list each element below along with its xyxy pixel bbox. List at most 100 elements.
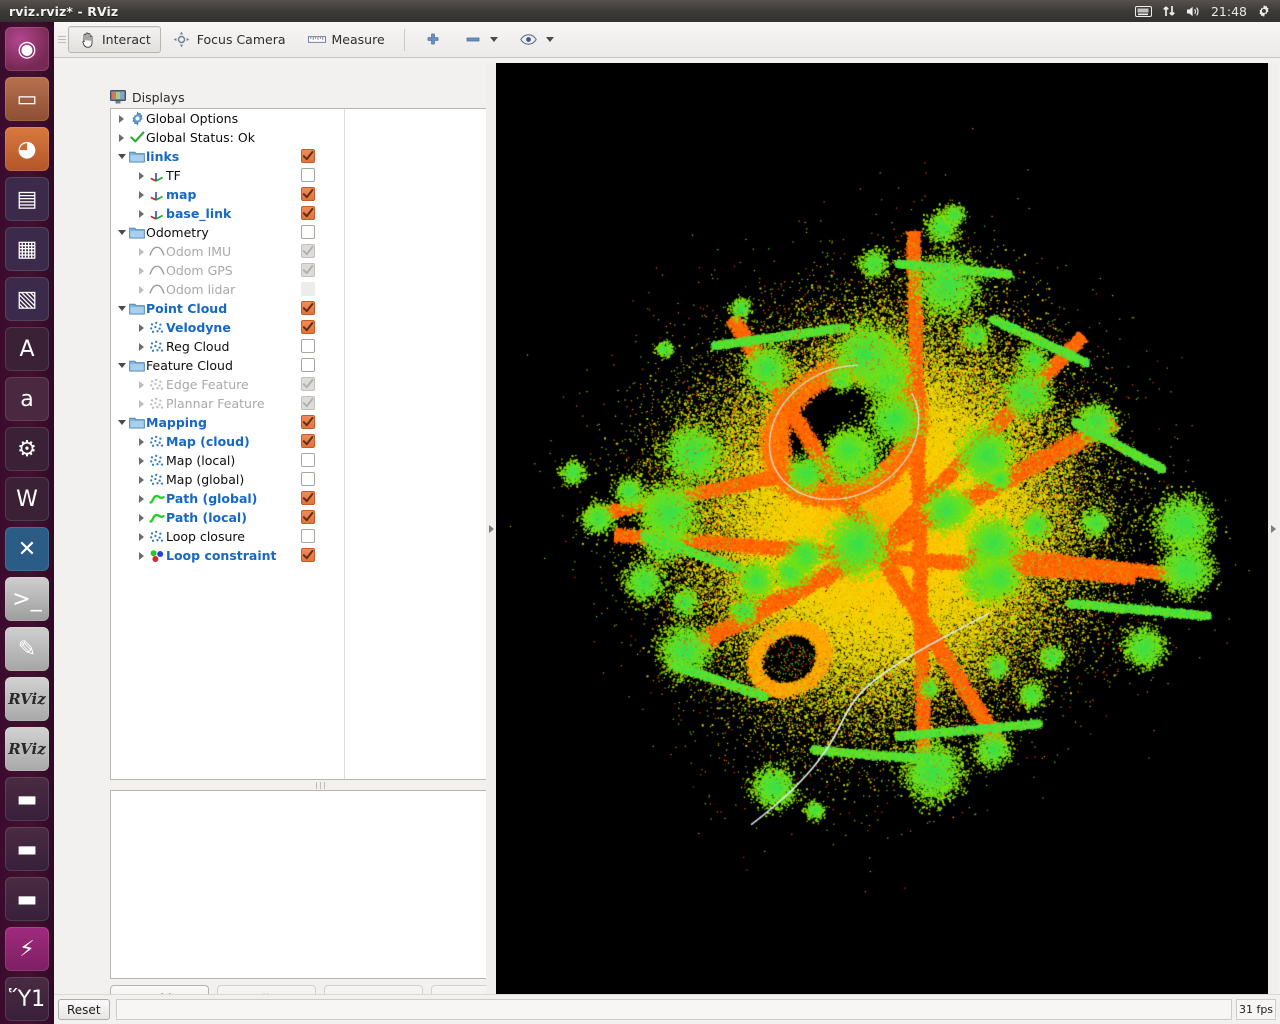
tree-item-odom-lidar[interactable]: Odom lidar — [111, 280, 529, 299]
left-dock-collapse-handle[interactable] — [486, 63, 496, 994]
chevron-down-icon[interactable] — [115, 147, 128, 166]
launcher-item-ubuntu-dash[interactable]: ◉ — [5, 27, 49, 71]
tree-item-map[interactable]: map — [111, 185, 529, 204]
display-properties-panel[interactable] — [110, 790, 530, 979]
clock[interactable]: 21:48 — [1211, 4, 1247, 19]
tree-item-checkbox[interactable] — [301, 453, 315, 467]
launcher-item-system-settings[interactable]: ⚙ — [5, 427, 49, 471]
tree-item-checkbox[interactable] — [301, 225, 315, 239]
focus-camera-tool-button[interactable]: Focus Camera — [163, 26, 296, 53]
tree-item-map-global[interactable]: Map (global) — [111, 470, 529, 489]
chevron-down-icon[interactable] — [115, 356, 128, 375]
chevron-right-icon[interactable] — [135, 280, 148, 299]
add-tool-button[interactable] — [414, 26, 452, 53]
displays-tree[interactable]: Global Options Global Status: Ok links TF ma… — [110, 108, 530, 780]
volume-icon[interactable] — [1186, 5, 1201, 18]
chevron-right-icon[interactable] — [135, 432, 148, 451]
tree-item-reg-cloud[interactable]: Reg Cloud — [111, 337, 529, 356]
chevron-right-icon[interactable] — [115, 128, 128, 147]
chevron-right-icon[interactable] — [135, 375, 148, 394]
chevron-right-icon[interactable] — [135, 337, 148, 356]
tree-item-checkbox[interactable] — [301, 548, 315, 562]
tree-item-checkbox[interactable] — [301, 434, 315, 448]
launcher-item-libreoffice-writer[interactable]: ▤ — [5, 177, 49, 221]
launcher-item-trash[interactable]: Ὕ1 — [5, 977, 49, 1021]
measure-tool-button[interactable]: Measure — [298, 26, 395, 53]
launcher-item-rviz-1[interactable]: RViz — [5, 677, 49, 721]
tree-item-global-options[interactable]: Global Options — [111, 109, 529, 128]
tree-item-path-local[interactable]: Path (local) — [111, 508, 529, 527]
visibility-tool-chevron-down-icon[interactable] — [545, 37, 554, 42]
tree-item-loop-constraint[interactable]: Loop constraint — [111, 546, 529, 565]
tree-item-point-cloud[interactable]: Point Cloud — [111, 299, 529, 318]
tree-item-map-cloud[interactable]: Map (cloud) — [111, 432, 529, 451]
launcher-item-drive-3[interactable]: ▬ — [5, 877, 49, 921]
network-icon[interactable] — [1162, 4, 1176, 18]
tree-item-checkbox[interactable] — [301, 415, 315, 429]
remove-tool-chevron-down-icon[interactable] — [489, 37, 498, 42]
toolbar-grip[interactable] — [58, 30, 66, 50]
launcher-item-vscode[interactable]: ✕ — [5, 527, 49, 571]
chevron-right-icon[interactable] — [135, 166, 148, 185]
tree-item-checkbox[interactable] — [301, 472, 315, 486]
launcher-item-drive-2[interactable]: ▬ — [5, 827, 49, 871]
tree-item-path-global[interactable]: Path (global) — [111, 489, 529, 508]
launcher-item-terminal[interactable]: >_ — [5, 577, 49, 621]
chevron-right-icon[interactable] — [135, 185, 148, 204]
gear-icon[interactable] — [1257, 4, 1271, 18]
tree-item-checkbox[interactable] — [301, 491, 315, 505]
tree-item-checkbox[interactable] — [301, 168, 315, 182]
launcher-item-wps-office[interactable]: W — [5, 477, 49, 521]
point-cloud-canvas[interactable] — [496, 63, 1268, 994]
tree-item-global-status-ok[interactable]: Global Status: Ok — [111, 128, 529, 147]
tree-item-checkbox[interactable] — [301, 358, 315, 372]
chevron-right-icon[interactable] — [135, 470, 148, 489]
reset-button[interactable]: Reset — [58, 999, 110, 1020]
launcher-item-libreoffice-impress[interactable]: ▧ — [5, 277, 49, 321]
tree-item-odom-imu[interactable]: Odom IMU — [111, 242, 529, 261]
dock-splitter[interactable] — [110, 780, 530, 790]
chevron-right-icon[interactable] — [135, 508, 148, 527]
tree-item-checkbox[interactable] — [301, 529, 315, 543]
chevron-down-icon[interactable] — [115, 413, 128, 432]
tree-item-base-link[interactable]: base_link — [111, 204, 529, 223]
visibility-tool-button[interactable] — [510, 26, 564, 53]
launcher-item-amazon[interactable]: a — [5, 377, 49, 421]
chevron-right-icon[interactable] — [135, 242, 148, 261]
chevron-right-icon[interactable] — [135, 261, 148, 280]
launcher-item-files[interactable]: ▭ — [5, 77, 49, 121]
chevron-right-icon[interactable] — [135, 318, 148, 337]
right-dock-collapse-handle[interactable] — [1268, 63, 1278, 994]
tree-item-edge-feature[interactable]: Edge Feature — [111, 375, 529, 394]
tree-item-velodyne[interactable]: Velodyne — [111, 318, 529, 337]
chevron-right-icon[interactable] — [135, 489, 148, 508]
launcher-item-software-center[interactable]: A — [5, 327, 49, 371]
launcher-item-text-editor[interactable]: ✎ — [5, 627, 49, 671]
tree-item-feature-cloud[interactable]: Feature Cloud — [111, 356, 529, 375]
chevron-right-icon[interactable] — [135, 527, 148, 546]
chevron-down-icon[interactable] — [115, 223, 128, 242]
tree-item-mapping[interactable]: Mapping — [111, 413, 529, 432]
chevron-right-icon[interactable] — [135, 546, 148, 565]
launcher-item-rviz-2[interactable]: RViz — [5, 727, 49, 771]
launcher-item-drive-1[interactable]: ▬ — [5, 777, 49, 821]
chevron-down-icon[interactable] — [115, 299, 128, 318]
tree-item-plannar-feature[interactable]: Plannar Feature — [111, 394, 529, 413]
tree-item-loop-closure[interactable]: Loop closure — [111, 527, 529, 546]
interact-tool-button[interactable]: Interact — [68, 26, 161, 53]
tree-item-checkbox[interactable] — [301, 301, 315, 315]
tree-item-checkbox[interactable] — [301, 206, 315, 220]
chevron-right-icon[interactable] — [135, 204, 148, 223]
launcher-item-usb-drive[interactable]: ⚡ — [5, 927, 49, 971]
launcher-item-firefox[interactable]: ◕ — [5, 127, 49, 171]
tree-item-checkbox[interactable] — [301, 339, 315, 353]
tree-item-tf[interactable]: TF — [111, 166, 529, 185]
keyboard-icon[interactable] — [1134, 5, 1152, 17]
tree-item-checkbox[interactable] — [301, 149, 315, 163]
tree-item-odometry[interactable]: Odometry — [111, 223, 529, 242]
tree-item-odom-gps[interactable]: Odom GPS — [111, 261, 529, 280]
remove-tool-button[interactable] — [454, 26, 508, 53]
tree-item-checkbox[interactable] — [301, 320, 315, 334]
tree-item-links[interactable]: links — [111, 147, 529, 166]
chevron-right-icon[interactable] — [135, 451, 148, 470]
